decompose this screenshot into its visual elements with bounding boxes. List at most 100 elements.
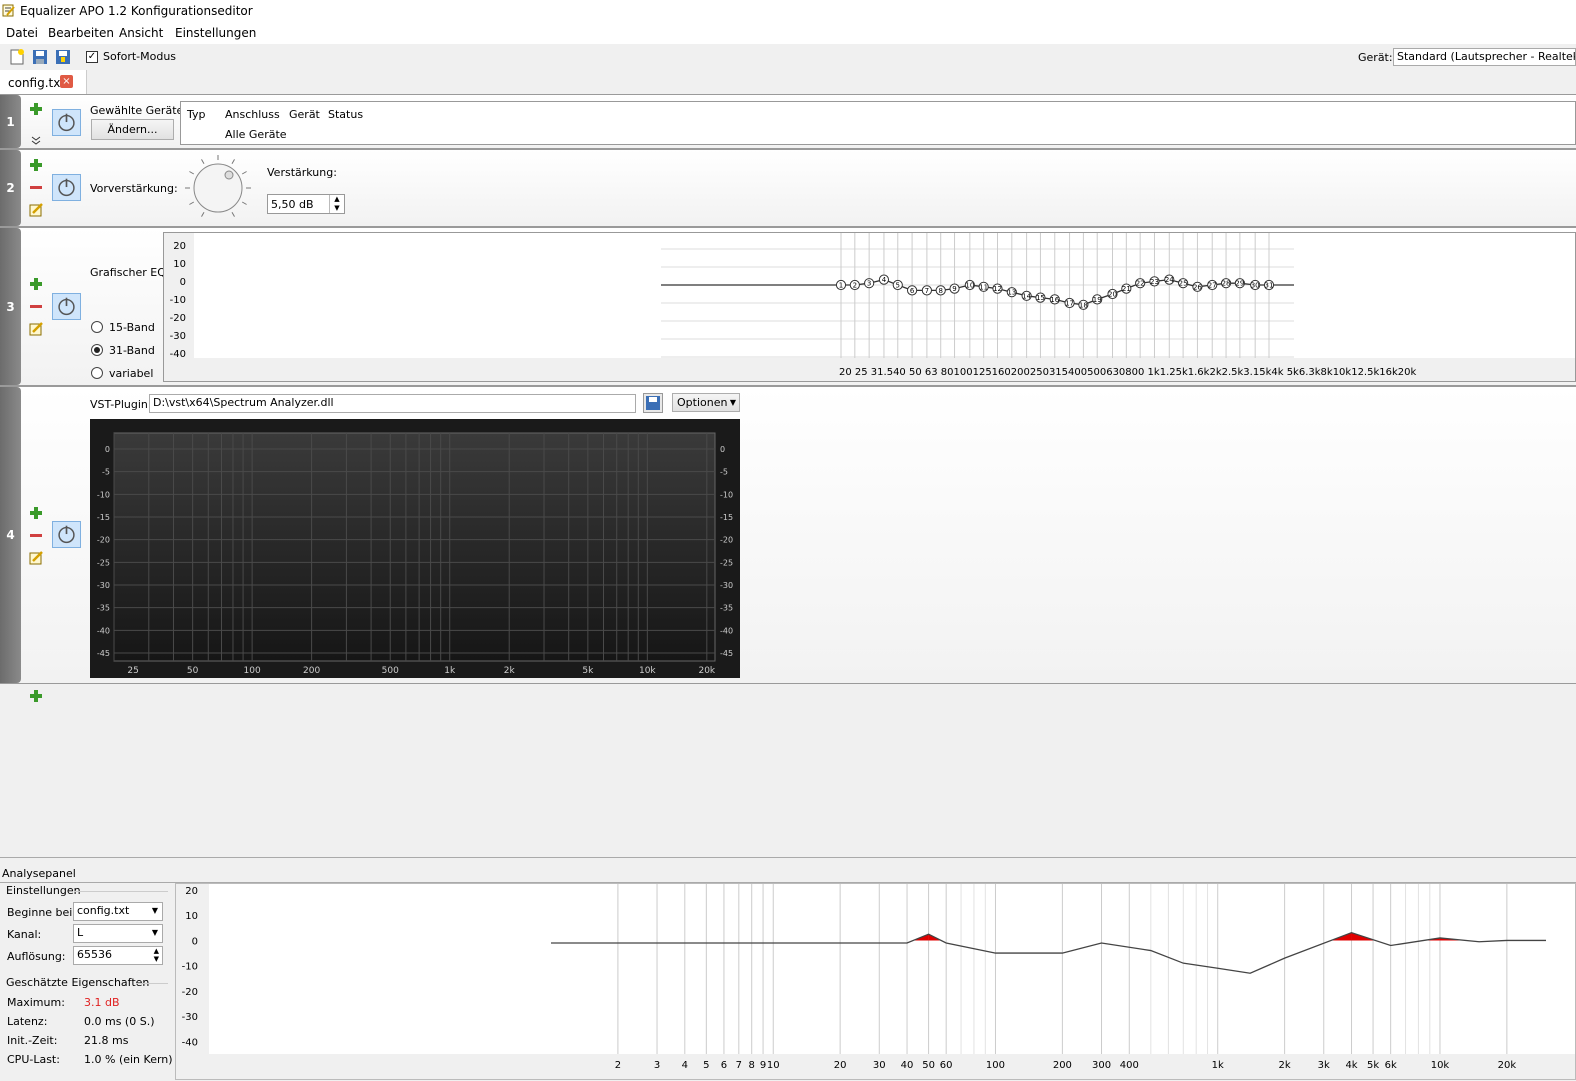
x-tick-label: 60 (940, 1060, 953, 1071)
open-file-icon[interactable] (643, 393, 663, 413)
band-number: 11 (979, 283, 988, 291)
props-title: Geschätzte Eigenschaften (6, 976, 150, 989)
edit-icon[interactable] (29, 202, 44, 217)
band-number: 4 (882, 276, 887, 284)
graphic-eq-panel[interactable]: 20 10 0 -10 -20 -30 -40 1 2 3 4 5 6 7 8 9 10 11 12 13 14 15 16… (163, 232, 1576, 382)
resolution-spinbox[interactable]: 65536 ▲ ▼ (73, 946, 163, 965)
power-icon[interactable] (52, 293, 81, 320)
db-tick-label: -25 (97, 558, 110, 567)
tab-config[interactable]: config.txt × (0, 70, 87, 94)
remove-icon[interactable] (29, 181, 43, 195)
power-icon[interactable] (52, 521, 81, 548)
add-icon[interactable] (29, 277, 43, 291)
save-as-icon[interactable] (54, 48, 72, 66)
y-tick-label: 0 (192, 936, 198, 947)
edit-icon[interactable] (29, 321, 44, 336)
filter-row-2: 2 Vorverstärkung: Verstärkung: 5,50 dB ▲… (0, 149, 1576, 227)
freq-tick-label: 500 (382, 666, 399, 676)
filter-number: 1 (0, 95, 21, 148)
column-header[interactable]: Typ (187, 108, 206, 121)
band-number: 21 (1122, 285, 1131, 293)
analysis-chart-panel[interactable]: 20 10 0 -10 -20 -30 -40 2 3 4 5 6 7 8 9 10 20 30 40 50 60 100… (175, 883, 1576, 1080)
graphic-eq-chart[interactable]: 20100-10-20-30-401 2 3 456 7 8 9 10 11 12 13 14 15 16… (164, 233, 1575, 381)
y-tick-label: -10 (182, 962, 198, 973)
dropdown-arrow-icon: ▼ (151, 928, 158, 937)
response-curve (551, 931, 1546, 974)
band-number: 17 (1065, 300, 1074, 308)
gain-label: Verstärkung: (267, 166, 337, 179)
close-icon[interactable]: × (60, 75, 73, 88)
divider (74, 891, 168, 892)
db-tick-label: -35 (97, 604, 110, 613)
tab-bar: config.txt × (0, 70, 1576, 95)
new-file-icon[interactable] (8, 48, 26, 66)
channel-label: Kanal: (7, 928, 42, 941)
x-tick-label: 2k (1279, 1060, 1291, 1071)
add-icon[interactable] (29, 158, 43, 172)
chevron-down-icon[interactable] (30, 136, 42, 146)
open-save-icon[interactable] (31, 48, 49, 66)
x-tick-label: 10k (1431, 1060, 1450, 1071)
instant-mode-checkbox[interactable]: ✓ (86, 51, 98, 63)
power-icon[interactable] (52, 174, 81, 201)
power-icon[interactable] (52, 109, 81, 136)
band-number: 6 (910, 287, 915, 295)
band-number: 1 (839, 282, 843, 290)
radio-31-band[interactable] (91, 344, 103, 356)
change-button[interactable]: Ändern... (91, 119, 174, 140)
remove-icon[interactable] (29, 300, 43, 314)
device-select[interactable]: Standard (Lautsprecher - Realtek Hi (1393, 48, 1576, 66)
menu-datei[interactable]: Datei (6, 26, 38, 40)
band-number: 15 (1036, 294, 1045, 302)
radio-variable[interactable] (91, 367, 103, 379)
channel-select[interactable]: L ▼ (73, 924, 163, 943)
menu-einstellungen[interactable]: Einstellungen (175, 26, 256, 40)
db-tick-label: -40 (97, 626, 110, 635)
y-tick-label: -40 (182, 1037, 198, 1048)
band-number: 3 (867, 280, 871, 288)
add-icon[interactable] (29, 506, 43, 520)
gain-knob[interactable] (183, 153, 253, 223)
column-header[interactable]: Status (328, 108, 363, 121)
analysis-panel: Analysepanel Einstellungen Beginne bei: … (0, 857, 1576, 1081)
spin-arrows-icon[interactable]: ▲ ▼ (329, 195, 344, 213)
property-value: 0.0 ms (0 S.) (84, 1015, 155, 1028)
db-tick-label: -45 (97, 649, 110, 658)
x-tick-label: 40 (901, 1060, 914, 1071)
menu-bearbeiten[interactable]: Bearbeiten (48, 26, 114, 40)
settings-title: Einstellungen (6, 884, 81, 897)
y-tick-label: 10 (185, 911, 198, 922)
x-tick-label: 7 (736, 1060, 742, 1071)
title-bar: Equalizer APO 1.2 Konfigurationseditor (0, 0, 1576, 22)
vst-path-input[interactable]: D:\vst\x64\Spectrum Analyzer.dll (149, 394, 636, 413)
options-button[interactable]: Optionen ▼ (672, 393, 740, 412)
y-tick-label: 20 (185, 886, 198, 897)
table-row[interactable]: Alle Geräte (225, 128, 287, 141)
plot-area (113, 432, 716, 662)
x-tick-label: 200 (1053, 1060, 1072, 1071)
edit-icon[interactable] (29, 550, 44, 565)
add-icon[interactable] (29, 102, 43, 116)
menu-ansicht[interactable]: Ansicht (119, 26, 163, 40)
start-select[interactable]: config.txt ▼ (73, 902, 163, 921)
column-header[interactable]: Gerät (289, 108, 320, 121)
spin-arrows-icon[interactable]: ▲ ▼ (154, 947, 159, 963)
band-number: 23 (1150, 278, 1159, 286)
db-tick-label: -20 (97, 536, 110, 545)
gain-spinbox[interactable]: 5,50 dB ▲ ▼ (267, 194, 345, 214)
band-number: 2 (853, 282, 857, 290)
spectrum-analyzer-display[interactable]: 0 0 -5 -5 -10 -10 -15 -15 -20 -20 -25 -25 -30 -30 -35 -… (90, 419, 740, 678)
band-number: 31 (1265, 282, 1274, 290)
x-tick-label: 300 (1092, 1060, 1111, 1071)
band-number: 20 (1108, 291, 1117, 299)
analysis-chart[interactable]: 20100-10-20-30-402 3 4 5 6 7 8 9 10 20 30 40 50 60 100… (176, 884, 1575, 1079)
add-filter-icon[interactable] (29, 689, 43, 703)
column-header[interactable]: Anschluss (225, 108, 280, 121)
radio-15-band[interactable] (91, 321, 103, 333)
preamp-label: Vorverstärkung: (90, 182, 178, 195)
remove-icon[interactable] (29, 529, 43, 543)
x-tick-label: 2 (615, 1060, 621, 1071)
db-tick-label: -30 (97, 581, 110, 590)
resolution-value: 65536 (77, 948, 112, 961)
instant-mode-label: Sofort-Modus (103, 50, 177, 63)
